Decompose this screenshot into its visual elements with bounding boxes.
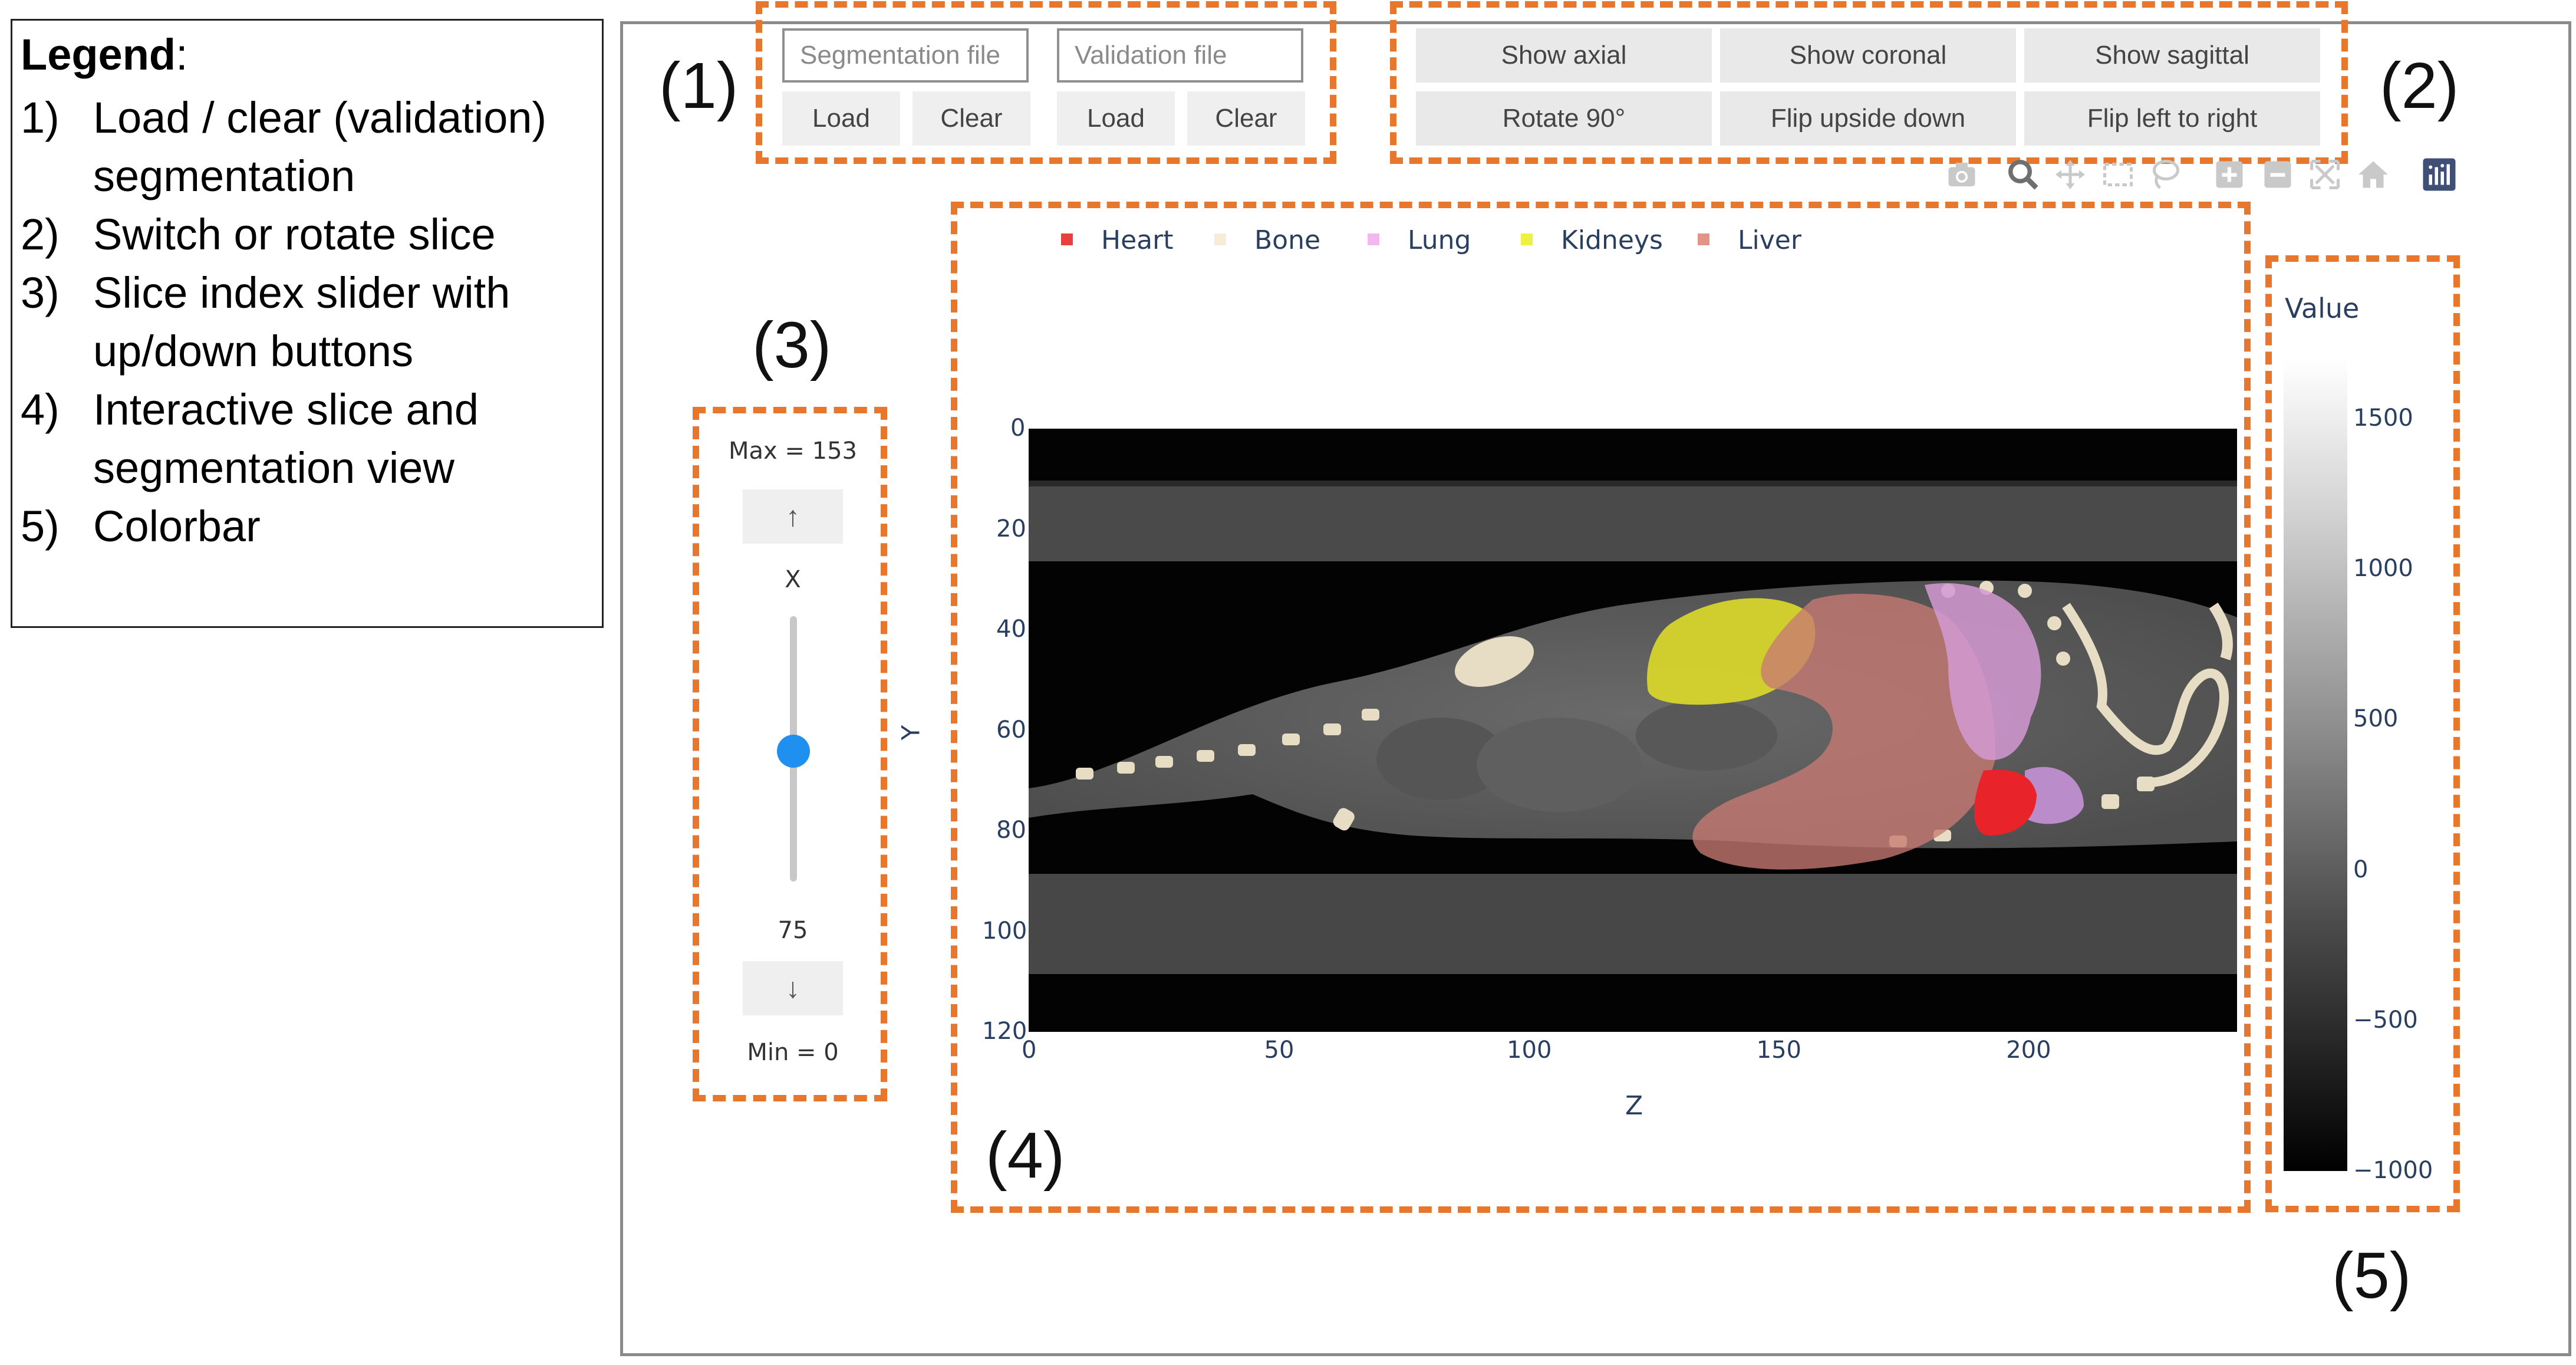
legend-item-number: 5)	[21, 502, 60, 551]
zoom-icon[interactable]	[2005, 157, 2041, 192]
colorbar-gradient	[2284, 358, 2347, 1171]
legend-item-number: 2)	[21, 210, 60, 259]
reset-axes-icon[interactable]	[2356, 157, 2391, 192]
plotly-logo-icon[interactable]	[2422, 157, 2457, 192]
legend-item-text: segmentation view	[93, 443, 454, 492]
legend-item-text: Interactive slice and	[93, 385, 479, 434]
box-select-icon[interactable]	[2100, 157, 2136, 192]
lasso-select-icon[interactable]	[2147, 157, 2182, 192]
colorbar-tick-label: 1000	[2353, 555, 2413, 583]
flip-left-to-right-button[interactable]: Flip left to right	[2024, 91, 2320, 146]
legend-item-number: 3)	[21, 268, 60, 317]
legend-item-text: segmentation	[93, 152, 355, 200]
show-coronal-button[interactable]: Show coronal	[1720, 28, 2016, 83]
y-axis-label: Y	[896, 725, 925, 741]
legend-swatch	[1521, 233, 1533, 245]
legend-entry-label: Kidneys	[1561, 225, 1663, 255]
show-axial-button[interactable]: Show axial	[1416, 28, 1712, 83]
legend-entry-lung[interactable]: Lung	[1368, 225, 1471, 255]
show-sagittal-button[interactable]: Show sagittal	[2024, 28, 2320, 83]
x-tick-label: 200	[2006, 1037, 2051, 1064]
camera-icon[interactable]	[1944, 157, 1979, 192]
y-tick-label: 0	[1010, 415, 1026, 442]
slider-min-label: Min = 0	[747, 1039, 839, 1066]
legend-entry-label: Liver	[1738, 225, 1801, 255]
segmentation-file-input[interactable]: Segmentation file	[782, 28, 1029, 83]
pan-icon[interactable]	[2053, 157, 2088, 192]
legend-swatch	[1061, 233, 1073, 245]
legend-item-text: Colorbar	[93, 502, 261, 551]
x-tick-label: 100	[1507, 1037, 1552, 1064]
callout-5: (5)	[2332, 1239, 2412, 1312]
slice-up-button[interactable]: ↑	[743, 489, 843, 544]
zoom-out-icon[interactable]	[2260, 157, 2295, 192]
y-tick-label: 80	[996, 817, 1026, 844]
colorbar-tick-label: 0	[2353, 856, 2369, 883]
colorbar-tick-label: 1500	[2353, 404, 2413, 432]
legend-entry-heart[interactable]: Heart	[1061, 225, 1173, 255]
slider-value-label: 75	[778, 917, 808, 944]
ct-slice-image[interactable]	[1029, 429, 2237, 1032]
slider-max-label: Max = 153	[729, 438, 857, 465]
legend-swatch	[1368, 233, 1379, 245]
legend-item-text: Slice index slider with	[93, 268, 510, 317]
callout-1: (1)	[659, 50, 739, 122]
flip-upside-down-button[interactable]: Flip upside down	[1720, 91, 2016, 146]
legend-swatch	[1698, 233, 1709, 245]
legend-item-number: 1)	[21, 93, 60, 142]
legend-entry-label: Heart	[1101, 225, 1174, 255]
x-tick-label: 50	[1264, 1037, 1294, 1064]
legend-entry-bone[interactable]: Bone	[1214, 225, 1320, 255]
colorbar-title: Value	[2285, 292, 2360, 324]
legend-entry-label: Bone	[1254, 225, 1321, 255]
callout-3: (3)	[752, 309, 832, 381]
zoom-in-icon[interactable]	[2212, 157, 2247, 192]
slider-thumb[interactable]	[777, 735, 810, 768]
load-segmentation-button[interactable]: Load	[782, 91, 900, 146]
callout-2: (2)	[2380, 50, 2459, 122]
legend-item-text: up/down buttons	[93, 327, 414, 376]
colorbar-tick-label: −1000	[2353, 1157, 2433, 1184]
validation-file-input[interactable]: Validation file	[1057, 28, 1303, 83]
y-tick-label: 40	[996, 616, 1026, 643]
load-validation-button[interactable]: Load	[1057, 91, 1175, 146]
legend-entry-label: Lung	[1408, 225, 1471, 255]
y-tick-label: 100	[982, 917, 1027, 945]
y-tick-label: 20	[996, 515, 1026, 542]
legend-entry-kidneys[interactable]: Kidneys	[1521, 225, 1663, 255]
slider-axis-label: X	[785, 566, 801, 593]
colorbar-tick-label: 500	[2353, 705, 2399, 733]
rotate-90-button[interactable]: Rotate 90°	[1416, 91, 1712, 146]
y-tick-label: 120	[982, 1018, 1027, 1045]
legend-item-number: 4)	[21, 385, 60, 434]
legend-swatch	[1214, 233, 1226, 245]
x-axis-label: Z	[1625, 1091, 1643, 1121]
autoscale-icon[interactable]	[2307, 157, 2343, 192]
x-tick-label: 150	[1756, 1037, 1802, 1064]
legend-title: Legend:	[21, 30, 188, 79]
legend-item-text: Switch or rotate slice	[93, 210, 496, 259]
slice-down-button[interactable]: ↓	[743, 961, 843, 1015]
clear-validation-button[interactable]: Clear	[1187, 91, 1305, 146]
clear-segmentation-button[interactable]: Clear	[913, 91, 1030, 146]
legend-item-text: Load / clear (validation)	[93, 93, 547, 142]
legend-entry-liver[interactable]: Liver	[1698, 225, 1801, 255]
colorbar-tick-label: −500	[2353, 1006, 2418, 1034]
y-tick-label: 60	[996, 716, 1026, 744]
